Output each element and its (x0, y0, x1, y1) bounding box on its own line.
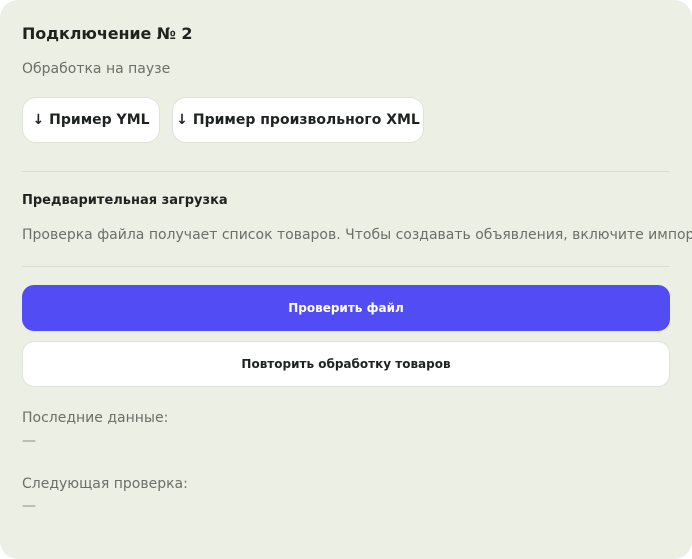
download-arrow-icon: ↓ (176, 112, 188, 128)
check-file-button[interactable]: Проверить файл (22, 285, 670, 331)
download-yml-sample-label: Пример YML (49, 112, 150, 128)
divider (22, 266, 669, 267)
preload-heading: Предварительная загрузка (22, 193, 228, 208)
divider (22, 171, 669, 172)
download-xml-sample-label: Пример произвольного XML (192, 112, 420, 128)
next-check-label: Следующая проверка: (22, 476, 188, 492)
download-arrow-icon: ↓ (32, 112, 45, 128)
next-check-value: — (22, 498, 36, 514)
connection-title: Подключение № 2 (22, 24, 193, 43)
download-xml-sample-button[interactable]: ↓ Пример произвольного XML (172, 97, 424, 143)
connection-card: Подключение № 2 Обработка на паузе ↓ При… (0, 0, 692, 559)
preload-description: Проверка файла получает список товаров. … (22, 227, 692, 243)
download-yml-sample-button[interactable]: ↓ Пример YML (22, 97, 160, 143)
last-data-label: Последние данные: (22, 410, 169, 426)
last-data-value: — (22, 433, 36, 449)
reprocess-products-button[interactable]: Повторить обработку товаров (22, 341, 670, 387)
connection-status: Обработка на паузе (22, 61, 171, 77)
